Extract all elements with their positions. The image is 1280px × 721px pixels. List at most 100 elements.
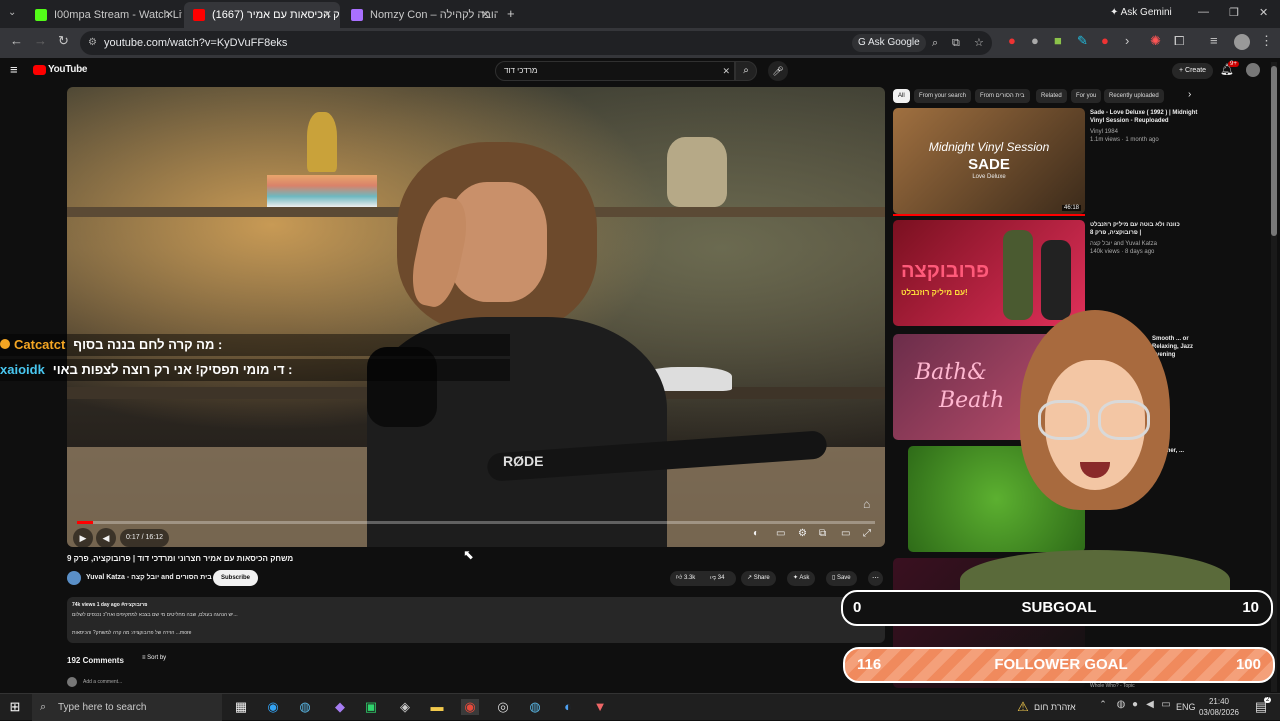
channel-name[interactable]: Yuval Katza - יובל קצה and בית הסורים (86, 574, 212, 581)
extension-icon[interactable]: › (1125, 33, 1129, 48)
filter-chip-all[interactable]: All (893, 89, 910, 103)
minimize-button[interactable]: — (1198, 6, 1209, 18)
clear-search-icon[interactable]: ✕ (722, 62, 730, 80)
reading-list-icon[interactable]: ≡ (1210, 33, 1218, 48)
theater-mode-icon[interactable]: ▭ (841, 528, 850, 539)
volume-button[interactable]: ◀ (96, 528, 116, 547)
bookmark-star-icon[interactable]: ☆ (974, 31, 984, 55)
install-icon[interactable]: ⧉ (952, 31, 960, 55)
tab-close-icon[interactable]: ✕ (481, 2, 490, 28)
voice-search-icon[interactable]: 🎤︎ (768, 61, 788, 81)
fullscreen-icon[interactable]: ⤢ (863, 528, 871, 539)
progress-fill (77, 521, 93, 524)
scrollbar-thumb[interactable] (1271, 66, 1277, 236)
task-view-icon[interactable]: ▦ (232, 699, 250, 715)
start-button-icon[interactable]: ⊞ (6, 699, 24, 715)
tab-close-icon[interactable]: ✕ (165, 2, 174, 28)
tab-youtube[interactable]: משחק הכיסאות עם אמיר (1667) ✕ (184, 2, 340, 28)
search-input[interactable]: מרדכי דוד ✕ (495, 61, 735, 81)
app-icon[interactable]: ◐ (559, 699, 577, 714)
extension-adblock-icon[interactable]: ● (1008, 33, 1016, 48)
miniplayer-icon[interactable]: ⧉ (819, 528, 826, 539)
more-actions-icon[interactable]: ⋯ (868, 571, 883, 586)
visual-studio-icon[interactable]: ◆ (331, 699, 349, 715)
hamburger-menu-icon[interactable]: ≡ (10, 62, 18, 77)
chip-scroll-right-icon[interactable]: › (1188, 89, 1191, 100)
steam-icon[interactable]: ◍ (296, 699, 314, 715)
youtube-logo-icon[interactable] (33, 65, 46, 75)
back-icon[interactable]: ← (10, 33, 23, 48)
tab-nomzy[interactable]: Nomzy Con – חן אהובה לקהילה ✕ (342, 2, 498, 28)
language-indicator[interactable]: ENG (1176, 702, 1196, 712)
ask-gemini-button[interactable]: ✦ Ask Gemini (1110, 7, 1172, 18)
search-value: מרדכי דוד (504, 66, 538, 75)
video-player[interactable]: RØDE ⌂ ▶ ◀ 0:17 / 16:12 ◐ ▭ ⚙ ⧉ ▭ ⤢ (67, 87, 885, 547)
filter-chip[interactable]: For you (1071, 89, 1102, 103)
warning-icon[interactable]: ⚠ (1014, 699, 1032, 715)
channel-avatar[interactable] (67, 571, 81, 585)
filter-chip[interactable]: From your search (914, 89, 972, 103)
comments-count: 192 Comments (67, 656, 124, 665)
play-button[interactable]: ▶ (73, 528, 93, 547)
filter-chip[interactable]: From בית הסורים (975, 89, 1030, 103)
edge-icon[interactable]: ◉ (264, 699, 282, 715)
extension-icon[interactable]: ✎ (1077, 33, 1088, 49)
settings-gear-icon[interactable]: ⚙ (798, 528, 807, 539)
share-button[interactable]: ↗ Share (741, 571, 776, 586)
thumb-title: פרובוקצה (901, 260, 990, 282)
captions-icon[interactable]: ▭ (776, 528, 785, 539)
tab-stream[interactable]: I00mpa Stream - Watch Live ✕ (26, 2, 182, 28)
extension-icon[interactable]: ✺ (1150, 33, 1161, 49)
commenter-avatar (67, 677, 77, 687)
ask-button[interactable]: ✦ Ask (787, 571, 816, 586)
clock[interactable]: 21:40 03/08/2026 (1198, 696, 1240, 718)
profile-avatar[interactable] (1234, 34, 1250, 50)
filter-chip[interactable]: Recently uploaded (1104, 89, 1164, 103)
pycharm-icon[interactable]: ▣ (362, 699, 380, 715)
chrome-icon[interactable]: ◉ (461, 699, 479, 715)
like-button[interactable]: 👍︎ 3.3k (676, 571, 695, 586)
progress-bar[interactable] (77, 521, 875, 524)
rec-meta[interactable]: כוונה ולא בוטה עם מיליק רוזנבלט | פרובוק… (1090, 221, 1180, 256)
tab-close-icon[interactable]: ✕ (323, 2, 332, 28)
subscribe-button[interactable]: Subscribe (213, 570, 259, 586)
rec-meta[interactable]: Sade - Love Deluxe ( 1992 ) | Midnight V… (1090, 109, 1210, 144)
extension-icon[interactable]: ● (1031, 33, 1039, 48)
new-tab-button[interactable]: + (507, 6, 515, 21)
close-window-button[interactable]: ✕ (1259, 6, 1268, 19)
forward-icon[interactable]: → (34, 33, 47, 48)
search-button[interactable]: ⌕ (735, 61, 757, 81)
account-avatar[interactable] (1246, 63, 1260, 77)
network-tray-icon[interactable]: ▭ (1157, 699, 1175, 710)
rec-thumbnail[interactable]: Midnight Vinyl Session SADE Love Deluxe … (893, 108, 1085, 214)
address-bar[interactable]: ⚙ youtube.com/watch?v=KyDVuFF8eks G Ask … (80, 31, 992, 55)
app-icon[interactable]: ◈ (396, 699, 414, 715)
dislike-button[interactable]: 👎︎ 34 (710, 571, 724, 586)
app-icon[interactable]: ▼ (591, 699, 609, 714)
sort-by-button[interactable]: ≡ Sort by (142, 655, 166, 661)
tray-overflow-icon[interactable]: ⌃ (1094, 699, 1112, 710)
extensions-puzzle-icon[interactable]: ⧠ (1174, 33, 1184, 49)
page-scrollbar[interactable] (1271, 62, 1277, 692)
reload-icon[interactable]: ↻ (58, 33, 69, 49)
description-box[interactable]: 74k views 1 day ago #פרובוקציה יש הנהגה … (67, 597, 885, 643)
browser-menu-icon[interactable]: ⋮ (1260, 33, 1273, 49)
filter-chip[interactable]: Related (1036, 89, 1067, 103)
obs-icon[interactable]: ◎ (494, 699, 512, 715)
zoom-icon[interactable]: ⌕ (932, 31, 938, 55)
site-info-icon[interactable]: ⚙ (88, 31, 97, 55)
heat-alert-text[interactable]: אזהרת חום (1034, 702, 1076, 712)
taskbar-search-box[interactable]: ⌕ Type here to search (32, 694, 222, 721)
file-explorer-icon[interactable]: ▬ (428, 699, 446, 714)
youtube-logo-text[interactable]: YouTube (48, 64, 88, 75)
steam-icon[interactable]: ◍ (526, 699, 544, 715)
extension-icon[interactable]: ● (1101, 33, 1109, 48)
add-comment-input[interactable]: Add a comment... (83, 679, 122, 685)
tab-search-icon[interactable]: ⌄ (8, 7, 16, 18)
ask-google-button[interactable]: G Ask Google (852, 34, 926, 52)
autoplay-toggle[interactable]: ◐ (753, 528, 759, 539)
extension-icon[interactable]: ■ (1054, 33, 1062, 48)
maximize-button[interactable]: ❐ (1229, 6, 1239, 19)
create-button[interactable]: + Create (1172, 63, 1214, 79)
save-button[interactable]: ▯ Save (826, 571, 857, 586)
